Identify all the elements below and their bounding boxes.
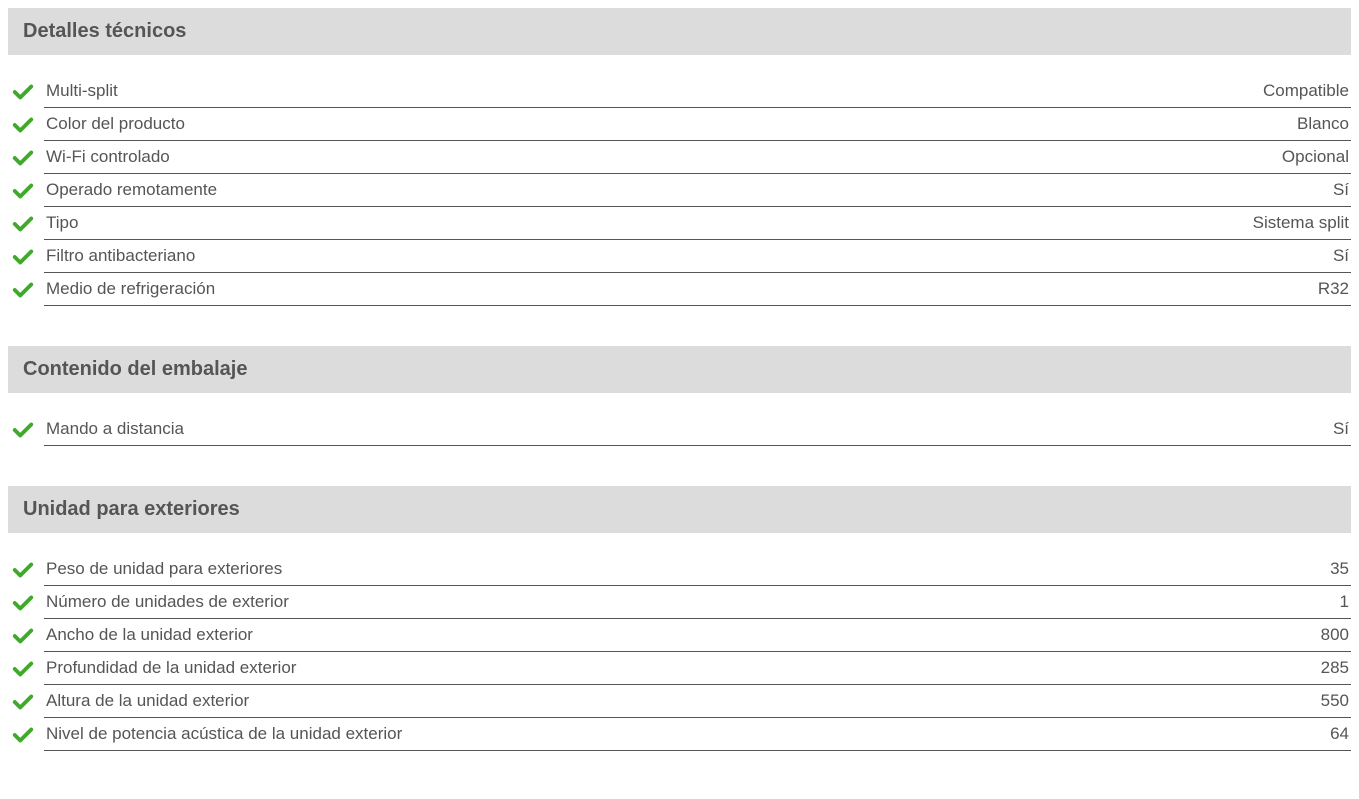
spec-value: 1 <box>1340 592 1349 612</box>
spec-value: Sí <box>1333 180 1349 200</box>
spec-label: Wi-Fi controlado <box>46 147 170 167</box>
spec-label: Tipo <box>46 213 78 233</box>
spec-label: Ancho de la unidad exterior <box>46 625 253 645</box>
spec-line: Wi-Fi controlado Opcional <box>44 141 1351 174</box>
spec-value: Compatible <box>1263 81 1349 101</box>
spec-label: Color del producto <box>46 114 185 134</box>
spec-section: Unidad para exteriores Peso de unidad par… <box>8 486 1351 751</box>
spec-value: 285 <box>1321 658 1349 678</box>
spec-line: Ancho de la unidad exterior 800 <box>44 619 1351 652</box>
spec-row: Medio de refrigeración R32 <box>8 273 1351 306</box>
spec-label: Nivel de potencia acústica de la unidad … <box>46 724 402 744</box>
check-icon <box>8 724 44 746</box>
check-icon <box>8 559 44 581</box>
spec-value: Sí <box>1333 246 1349 266</box>
spec-label: Filtro antibacteriano <box>46 246 195 266</box>
spec-line: Filtro antibacteriano Sí <box>44 240 1351 273</box>
spec-value: 64 <box>1330 724 1349 744</box>
check-icon <box>8 180 44 202</box>
section-header: Contenido del embalaje <box>8 346 1351 393</box>
spec-line: Operado remotamente Sí <box>44 174 1351 207</box>
spec-row: Nivel de potencia acústica de la unidad … <box>8 718 1351 751</box>
spec-line: Color del producto Blanco <box>44 108 1351 141</box>
spec-value: Sistema split <box>1253 213 1349 233</box>
spec-row: Altura de la unidad exterior 550 <box>8 685 1351 718</box>
spec-label: Altura de la unidad exterior <box>46 691 249 711</box>
spec-row: Peso de unidad para exteriores 35 <box>8 553 1351 586</box>
spec-row: Mando a distancia Sí <box>8 413 1351 446</box>
spec-value: Blanco <box>1297 114 1349 134</box>
spec-row: Profundidad de la unidad exterior 285 <box>8 652 1351 685</box>
spec-sheet: Detalles técnicos Multi-split Compatible Co… <box>8 8 1351 751</box>
spec-row: Operado remotamente Sí <box>8 174 1351 207</box>
spec-line: Número de unidades de exterior 1 <box>44 586 1351 619</box>
spec-line: Profundidad de la unidad exterior 285 <box>44 652 1351 685</box>
section-header: Detalles técnicos <box>8 8 1351 55</box>
check-icon <box>8 114 44 136</box>
spec-line: Peso de unidad para exteriores 35 <box>44 553 1351 586</box>
check-icon <box>8 213 44 235</box>
spec-value: 800 <box>1321 625 1349 645</box>
check-icon <box>8 592 44 614</box>
spec-line: Tipo Sistema split <box>44 207 1351 240</box>
spec-row: Color del producto Blanco <box>8 108 1351 141</box>
check-icon <box>8 658 44 680</box>
spec-value: 550 <box>1321 691 1349 711</box>
spec-row: Filtro antibacteriano Sí <box>8 240 1351 273</box>
spec-label: Multi-split <box>46 81 118 101</box>
spec-value: 35 <box>1330 559 1349 579</box>
spec-value: R32 <box>1318 279 1349 299</box>
spec-label: Mando a distancia <box>46 419 184 439</box>
spec-label: Peso de unidad para exteriores <box>46 559 282 579</box>
section-header: Unidad para exteriores <box>8 486 1351 533</box>
check-icon <box>8 279 44 301</box>
check-icon <box>8 246 44 268</box>
spec-section: Contenido del embalaje Mando a distancia S… <box>8 346 1351 446</box>
spec-label: Número de unidades de exterior <box>46 592 289 612</box>
spec-line: Medio de refrigeración R32 <box>44 273 1351 306</box>
spec-line: Nivel de potencia acústica de la unidad … <box>44 718 1351 751</box>
spec-row: Tipo Sistema split <box>8 207 1351 240</box>
spec-label: Medio de refrigeración <box>46 279 215 299</box>
spec-row: Número de unidades de exterior 1 <box>8 586 1351 619</box>
spec-label: Profundidad de la unidad exterior <box>46 658 296 678</box>
check-icon <box>8 81 44 103</box>
spec-row: Wi-Fi controlado Opcional <box>8 141 1351 174</box>
check-icon <box>8 625 44 647</box>
spec-line: Altura de la unidad exterior 550 <box>44 685 1351 718</box>
spec-value: Opcional <box>1282 147 1349 167</box>
spec-row: Ancho de la unidad exterior 800 <box>8 619 1351 652</box>
check-icon <box>8 691 44 713</box>
spec-value: Sí <box>1333 419 1349 439</box>
check-icon <box>8 147 44 169</box>
check-icon <box>8 419 44 441</box>
spec-label: Operado remotamente <box>46 180 217 200</box>
spec-line: Mando a distancia Sí <box>44 413 1351 446</box>
spec-row: Multi-split Compatible <box>8 75 1351 108</box>
spec-line: Multi-split Compatible <box>44 75 1351 108</box>
spec-section: Detalles técnicos Multi-split Compatible Co… <box>8 8 1351 306</box>
